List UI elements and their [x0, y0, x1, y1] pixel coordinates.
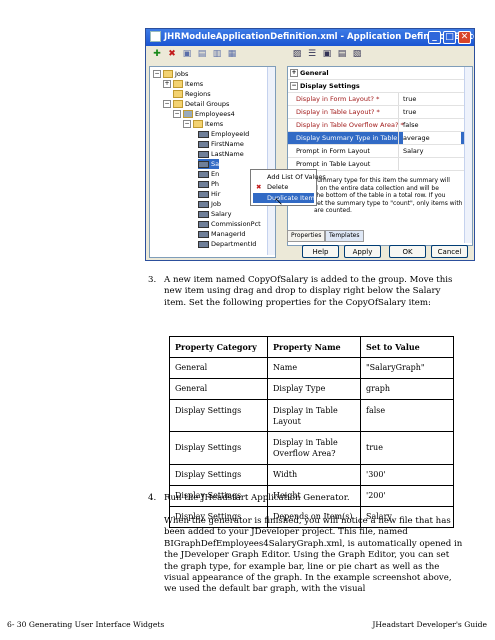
table-cell: '300' [360, 464, 454, 486]
categorized-icon[interactable]: ▨ [292, 49, 302, 59]
table-cell: General [169, 357, 268, 379]
table-cell: false [360, 399, 454, 432]
table-row: Display Settings Display in Table Layout… [169, 399, 454, 432]
table-row: General Display Type graph [169, 378, 454, 400]
property-row[interactable]: Display in Table Overflow Area? * false [288, 119, 464, 132]
tree-node[interactable]: FirstName [198, 139, 244, 149]
step3-text: A new item named CopyOfSalary is added t… [164, 275, 453, 308]
paste-icon[interactable]: ▤ [197, 49, 207, 59]
property-row-selected[interactable]: Display Summary Type in Table average [288, 132, 464, 145]
tree-node[interactable]: Job [198, 199, 221, 209]
step4-text: Run the JHeadstart Application Generator… [164, 493, 350, 503]
tab-properties[interactable]: Properties [287, 230, 326, 242]
tab-templates[interactable]: Templates [325, 230, 364, 242]
tree-scrollbar[interactable] [267, 67, 275, 255]
tree-node[interactable]: + Items [163, 79, 203, 89]
table-cell: General [169, 378, 268, 400]
help-button[interactable]: Help [302, 245, 339, 258]
ok-button[interactable]: OK [389, 245, 426, 258]
table-cell: Display Settings [169, 464, 268, 486]
maximize-button[interactable]: □ [443, 31, 456, 44]
tree-node[interactable]: Hir [198, 189, 220, 199]
tree-node[interactable]: ManagerId [198, 229, 246, 239]
menu-item-add-lov[interactable]: Add List Of Values [253, 172, 326, 182]
tree-node[interactable]: − Jobs [153, 69, 188, 79]
menu-item-duplicate[interactable]: Duplicate Item [253, 193, 315, 203]
table-header: Set to Value [360, 336, 454, 358]
table-row: Display Settings Display in Table Overfl… [169, 431, 454, 465]
move-up-icon[interactable]: ▥ [212, 49, 222, 59]
table-cell: Display in Table Layout [267, 399, 361, 432]
table-cell: Display Type [267, 378, 361, 400]
section-display-settings[interactable]: − Display Settings [288, 80, 464, 93]
add-icon[interactable]: ✚ [152, 49, 162, 59]
delete-icon: ✖ [256, 183, 262, 191]
expand-icon[interactable]: ▤ [337, 49, 347, 59]
apply-button[interactable]: Apply [344, 245, 381, 258]
table-header-row: Property Category Property Name Set to V… [169, 336, 454, 358]
property-row[interactable]: Display in Table Layout? * true [288, 106, 464, 119]
tree-node[interactable]: En [198, 169, 219, 179]
tree-node[interactable]: EmployeeId [198, 129, 249, 139]
table-cell: "SalaryGraph" [360, 357, 454, 379]
property-row[interactable]: Display in Form Layout? * true [288, 93, 464, 106]
tree-node[interactable]: − Items [183, 119, 223, 129]
tree-node[interactable]: − Detail Groups [163, 99, 229, 109]
table-cell: true [360, 431, 454, 465]
property-row[interactable]: Prompt in Form Layout Salary [288, 145, 464, 158]
table-cell: Display in Table Overflow Area? [267, 431, 361, 465]
property-description: summary type for this item the summary w… [314, 177, 472, 215]
tree-node-selected[interactable]: Sa [198, 159, 220, 169]
sorted-icon[interactable]: ☰ [307, 49, 317, 59]
tree-panel[interactable]: − Jobs + Items Regions − Detail Groups − Emp… [149, 66, 276, 258]
delete-icon[interactable]: ✖ [167, 49, 177, 59]
table-header: Property Name [267, 336, 361, 358]
step4-number: 4. [148, 493, 157, 503]
table-row: Display Settings Width '300' [169, 464, 454, 486]
tree-node[interactable]: DepartmentId [198, 239, 256, 249]
section-general[interactable]: + General [288, 67, 464, 80]
table-row: General Name "SalaryGraph" [169, 357, 454, 379]
footer-left: 6- 30 Generating User Interface Widgets [7, 620, 165, 629]
table-cell: Display Settings [169, 399, 268, 432]
view-icon[interactable]: ▣ [322, 49, 332, 59]
tree-node[interactable]: − Employees4 [173, 109, 235, 119]
mouse-cursor-icon: ↖ [274, 195, 284, 208]
step3-number: 3. [148, 275, 157, 285]
tree-node[interactable]: LastName [198, 149, 244, 159]
table-cell: graph [360, 378, 454, 400]
move-down-icon[interactable]: ▦ [227, 49, 237, 59]
menu-item-delete[interactable]: ✖ Delete [253, 182, 314, 192]
cancel-button[interactable]: Cancel [431, 245, 468, 258]
minimize-button[interactable]: _ [428, 31, 441, 44]
table-header: Property Category [169, 336, 268, 358]
context-menu: Add List Of Values ✖ Delete Duplicate Ite… [250, 169, 326, 206]
table-cell: Display Settings [169, 431, 268, 465]
tree-node[interactable]: CommissionPct [198, 219, 261, 229]
toolbar: ✚ ✖ ▣ ▤ ▥ ▦ ▨ ☰ ▣ ▤ ▧ [146, 46, 474, 63]
close-button[interactable]: ✕ [458, 31, 471, 44]
copy-icon[interactable]: ▣ [182, 49, 192, 59]
collapse-icon[interactable]: ▧ [352, 49, 362, 59]
title-bar: JHRModuleApplicationDefinition.xml - App… [146, 29, 474, 46]
table-cell: Name [267, 357, 361, 379]
editor-window: JHRModuleApplicationDefinition.xml - App… [145, 28, 475, 261]
tree-node[interactable]: Salary [198, 209, 231, 219]
table-cell: Width [267, 464, 361, 486]
property-inspector[interactable]: + General − Display Settings Display in Fo… [287, 66, 473, 246]
body-paragraph: When the generator is finished, you will… [164, 516, 463, 595]
tree-node[interactable]: Ph [198, 179, 219, 189]
footer-right: JHeadstart Developer's Guide [372, 620, 487, 629]
properties-scrollbar[interactable] [464, 67, 472, 243]
app-icon [150, 31, 161, 42]
tree-node[interactable]: Regions [173, 89, 211, 99]
